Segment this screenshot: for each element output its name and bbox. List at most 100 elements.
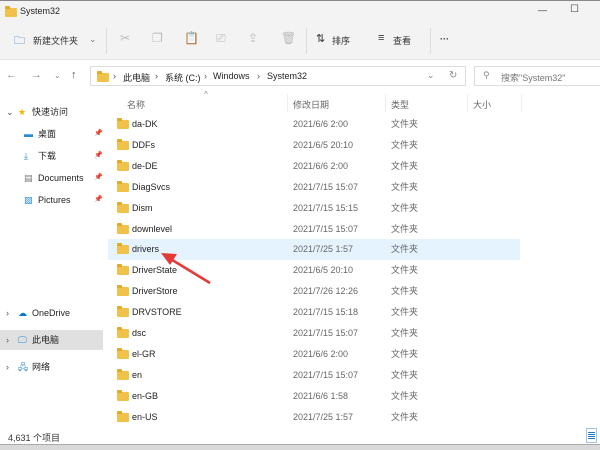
- search-icon: ⚲: [483, 70, 490, 80]
- desktop-icon: ▬: [24, 129, 33, 139]
- more-button[interactable]: ···: [440, 34, 449, 44]
- column-header-name[interactable]: 名称: [127, 98, 145, 111]
- file-type: 文件夹: [391, 348, 419, 359]
- folder-icon: [117, 118, 129, 129]
- folder-icon: [117, 347, 129, 359]
- folder-icon: [117, 327, 129, 338]
- file-type: 文件夹: [391, 181, 419, 192]
- file-date: 2021/6/5 20:10: [293, 265, 354, 276]
- sidebar-item-this-pc[interactable]: › 🖵 此电脑: [0, 330, 103, 350]
- sort-ascending-icon: ^: [204, 90, 208, 99]
- file-row[interactable]: dsc 2021/7/15 15:07 文件夹: [108, 323, 520, 344]
- folder-icon: [117, 180, 129, 192]
- column-header-size[interactable]: 大小: [473, 98, 491, 111]
- sidebar-item-network[interactable]: › 🖧 网络: [0, 357, 103, 377]
- file-date: 2021/7/26 12:26: [293, 286, 359, 297]
- file-name: en: [132, 369, 143, 380]
- breadcrumb-system32[interactable]: System32: [267, 71, 307, 81]
- search-input[interactable]: ⚲ 搜索"System32": [474, 66, 600, 86]
- chevron-down-icon[interactable]: ⌄: [427, 70, 435, 81]
- sort-icon: ⇅: [316, 33, 326, 45]
- sidebar-item-pictures[interactable]: ▨ Pictures 📌: [0, 190, 103, 210]
- file-date: 2021/7/15 15:15: [293, 202, 359, 213]
- file-date: 2021/7/15 15:07: [293, 223, 359, 234]
- back-icon[interactable]: ←: [6, 69, 17, 81]
- file-row[interactable]: DiagSvcs 2021/7/15 15:07 文件夹: [108, 177, 520, 198]
- documents-icon: ▤: [24, 173, 33, 183]
- file-type: 文件夹: [391, 223, 419, 234]
- view-button[interactable]: 查看: [393, 34, 411, 47]
- file-row[interactable]: en 2021/7/15 15:07 文件夹: [108, 365, 520, 386]
- folder-icon: [117, 285, 129, 297]
- breadcrumb-this-pc[interactable]: 此电脑: [123, 71, 150, 84]
- file-date: 2021/7/25 1:57: [293, 411, 354, 422]
- pin-icon[interactable]: 📌: [94, 124, 103, 144]
- file-type: 文件夹: [391, 244, 419, 255]
- column-header-date[interactable]: 修改日期: [293, 98, 329, 111]
- forward-icon[interactable]: →: [31, 69, 42, 81]
- file-type: 文件夹: [391, 286, 419, 297]
- divider: [306, 28, 307, 54]
- minimize-button[interactable]: —: [538, 5, 547, 15]
- column-header-type[interactable]: 类型: [391, 98, 409, 111]
- file-row[interactable]: da-DK 2021/6/6 2:00 文件夹: [108, 114, 520, 135]
- file-row[interactable]: Dism 2021/7/15 15:15 文件夹: [108, 198, 520, 219]
- address-bar[interactable]: › 此电脑 › 系统 (C:) › Windows › System32 ⌄ ↻: [90, 66, 466, 86]
- sidebar-item-桌面[interactable]: ▬ 桌面 📌: [0, 124, 103, 144]
- file-row[interactable]: de-DE 2021/6/6 2:00 文件夹: [108, 156, 520, 177]
- new-folder-icon: 🗀: [14, 35, 25, 47]
- new-folder-button[interactable]: 新建文件夹: [33, 34, 78, 47]
- file-date: 2021/7/15 15:07: [293, 369, 359, 380]
- cloud-icon: ☁: [18, 308, 27, 318]
- recent-chevron-icon[interactable]: ⌄: [54, 71, 61, 80]
- sort-button[interactable]: 排序: [332, 34, 350, 47]
- status-item-count: 4,631 个项目: [8, 433, 61, 443]
- file-date: 2021/7/15 15:18: [293, 307, 359, 318]
- sidebar-item-onedrive[interactable]: › ☁ OneDrive: [0, 303, 103, 323]
- breadcrumb-windows[interactable]: Windows: [213, 71, 250, 81]
- sidebar-item-下载[interactable]: ⤓ 下载 📌: [0, 146, 103, 166]
- folder-icon: [117, 306, 129, 318]
- sidebar-item-quick-access[interactable]: ⌄ ★ 快速访问: [0, 102, 103, 122]
- paste-icon[interactable]: 📋: [184, 31, 199, 45]
- folder-icon: [117, 138, 129, 150]
- taskbar-strip: [0, 444, 600, 450]
- network-icon: 🖧: [18, 362, 29, 372]
- file-row[interactable]: en-US 2021/7/25 1:57 文件夹: [108, 407, 520, 428]
- file-row[interactable]: DDFs 2021/6/5 20:10 文件夹: [108, 135, 520, 156]
- file-row[interactable]: DRVSTORE 2021/7/15 15:18 文件夹: [108, 302, 520, 323]
- file-name: da-DK: [132, 119, 158, 129]
- sidebar-item-documents[interactable]: ▤ Documents 📌: [0, 168, 103, 188]
- refresh-icon[interactable]: ↻: [449, 70, 457, 81]
- file-name: el-GR: [132, 348, 156, 359]
- file-row[interactable]: en-GB 2021/6/6 1:58 文件夹: [108, 386, 520, 407]
- folder-icon: [5, 6, 17, 18]
- file-type: 文件夹: [391, 369, 419, 380]
- file-type: 文件夹: [391, 202, 419, 213]
- delete-icon[interactable]: 🗑: [281, 31, 296, 45]
- file-name: de-DE: [132, 160, 158, 171]
- up-icon[interactable]: ↑: [71, 69, 77, 81]
- file-name: DiagSvcs: [132, 181, 171, 192]
- file-date: 2021/6/6 2:00: [293, 348, 349, 359]
- pin-icon[interactable]: 📌: [94, 190, 103, 210]
- file-name: en-US: [132, 411, 158, 422]
- rename-icon[interactable]: ⎚: [216, 31, 226, 46]
- file-name: Dism: [132, 202, 153, 213]
- pin-icon[interactable]: 📌: [94, 146, 103, 166]
- copy-icon[interactable]: ❐: [152, 31, 163, 45]
- file-row[interactable]: el-GR 2021/6/6 2:00 文件夹: [108, 344, 520, 365]
- maximize-button[interactable]: ☐: [570, 4, 579, 15]
- file-date: 2021/7/25 1:57: [293, 244, 354, 255]
- folder-icon: [117, 368, 129, 380]
- details-view-icon[interactable]: ≣: [586, 428, 598, 443]
- file-row[interactable]: downlevel 2021/7/15 15:07 文件夹: [108, 219, 520, 240]
- folder-icon: [117, 222, 129, 234]
- share-icon[interactable]: ⇪: [248, 31, 258, 45]
- file-date: 2021/7/15 15:07: [293, 328, 359, 338]
- file-name: downlevel: [132, 223, 173, 234]
- breadcrumb-c-drive[interactable]: 系统 (C:): [165, 71, 201, 84]
- chevron-down-icon[interactable]: ⌄: [89, 34, 97, 45]
- pin-icon[interactable]: 📌: [94, 168, 103, 188]
- cut-icon[interactable]: ✂: [120, 31, 130, 45]
